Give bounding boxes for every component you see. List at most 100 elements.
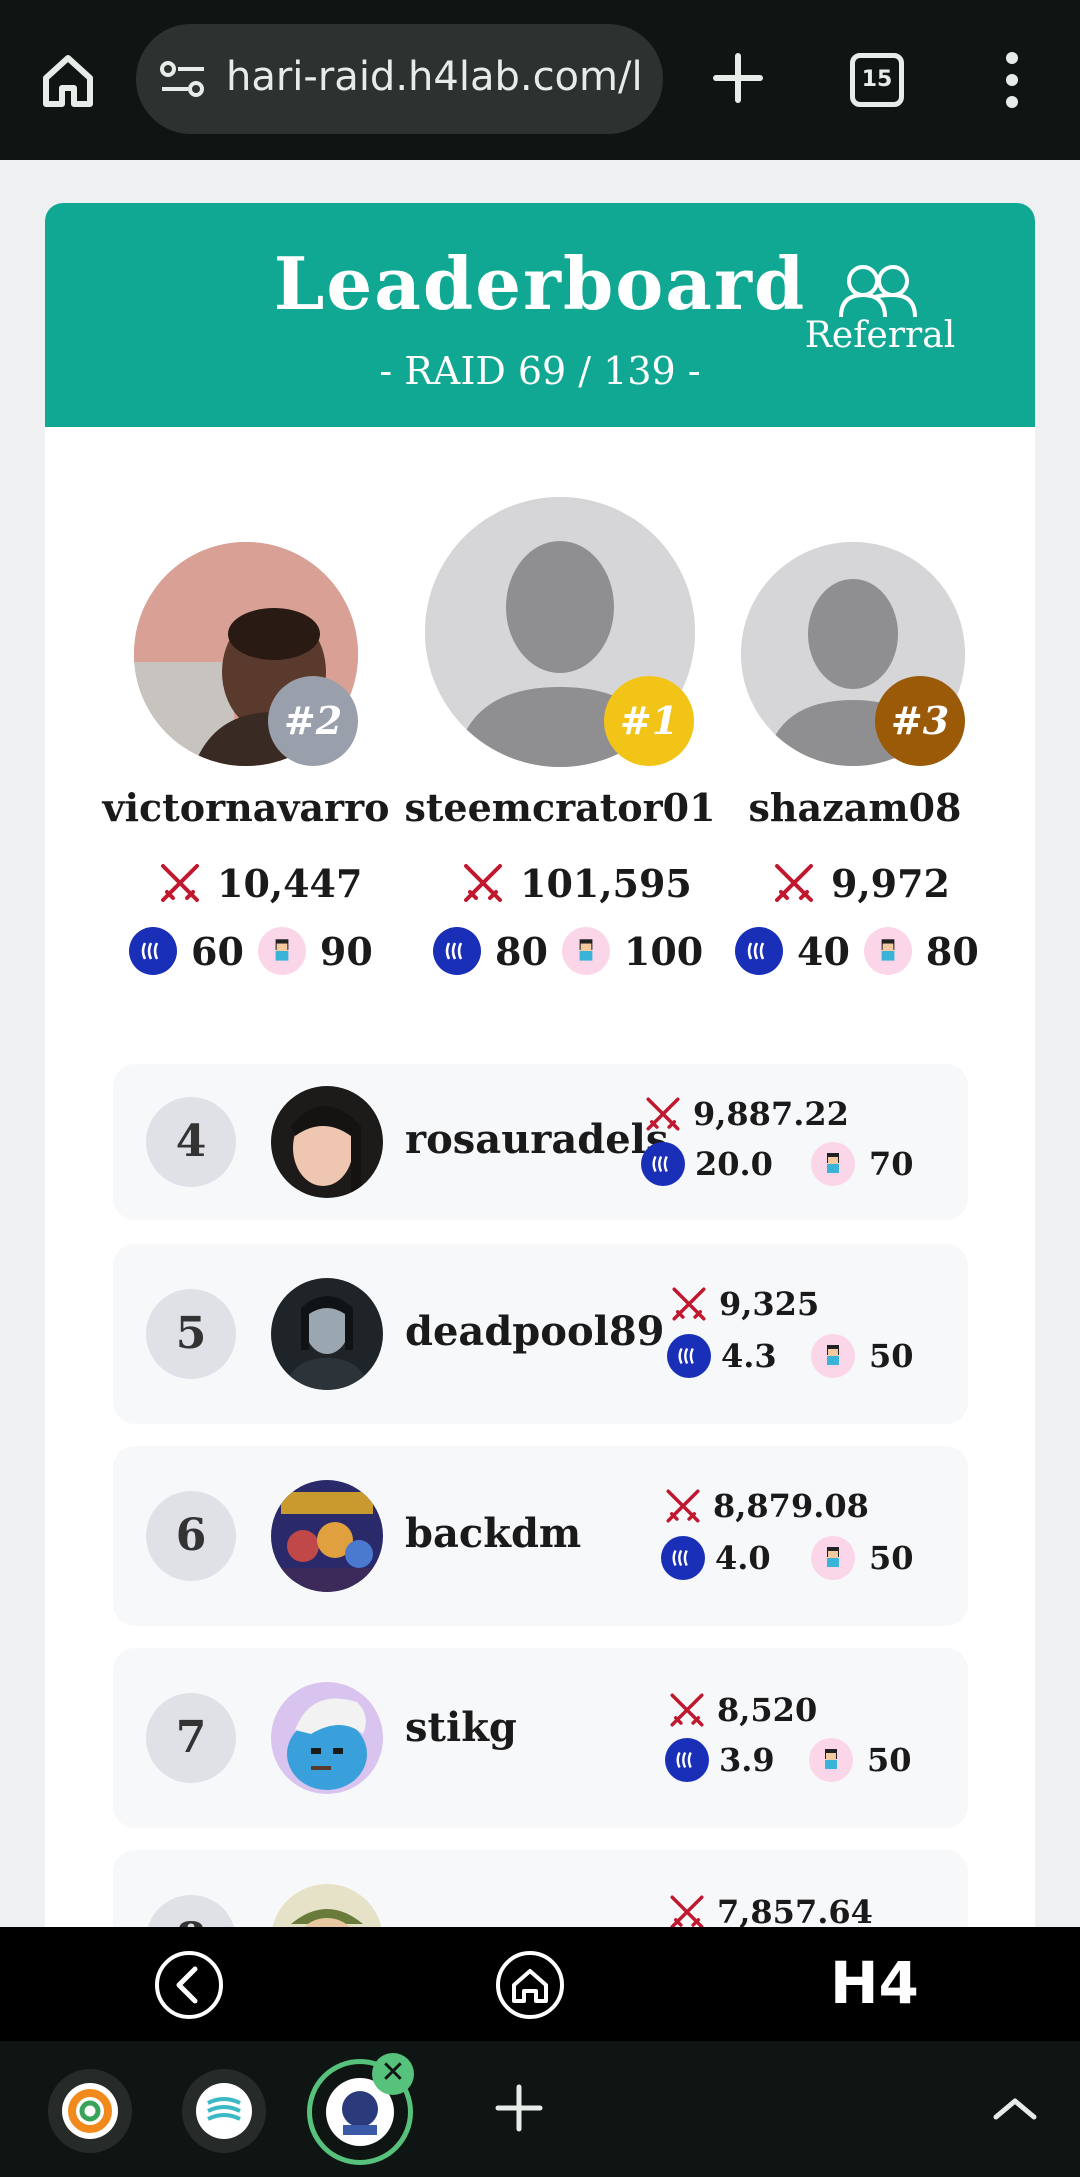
- score-value: 7,857.64: [717, 1893, 873, 1931]
- player-rewards: 4.0 50: [661, 1536, 914, 1580]
- score-value: 9,887.22: [693, 1095, 849, 1133]
- rank-number: 5: [146, 1289, 236, 1379]
- rank-badge: #3: [875, 676, 965, 766]
- chevron-up-icon[interactable]: [990, 2093, 1040, 2123]
- player-score: 7,857.64: [667, 1892, 873, 1932]
- player-score: 101,595: [460, 860, 692, 906]
- crossed-swords-icon: [464, 864, 502, 902]
- close-icon[interactable]: ✕: [372, 2053, 414, 2095]
- leaderboard-header: Leaderboard - RAID 69 / 139 - Referral: [45, 203, 1035, 427]
- steem-icon: [665, 1738, 709, 1782]
- crossed-swords-icon: [775, 864, 813, 902]
- character-icon: [809, 1738, 853, 1782]
- player-rewards: 40 80: [735, 927, 979, 975]
- steem-value: 4.0: [715, 1539, 771, 1577]
- player-name: stikg: [405, 1704, 517, 1751]
- tab-switcher-button[interactable]: 15: [850, 53, 904, 107]
- steem-icon: [661, 1536, 705, 1580]
- character-value: 100: [623, 928, 704, 974]
- app-icon: [62, 2083, 118, 2139]
- leaderboard-row[interactable]: 6 backdm 8,879.08 4.0 50: [113, 1446, 968, 1626]
- avatar[interactable]: [271, 1086, 383, 1198]
- score-value: 8,879.08: [713, 1487, 869, 1525]
- url-text: hari-raid.h4lab.com/l: [226, 54, 643, 100]
- app-tab[interactable]: [182, 2069, 266, 2153]
- new-tab-icon[interactable]: [710, 50, 766, 106]
- steem-icon: [433, 927, 481, 975]
- character-icon: [863, 927, 912, 975]
- score-value: 101,595: [520, 860, 692, 906]
- browser-toolbar: hari-raid.h4lab.com/l 15: [0, 0, 1080, 160]
- player-rewards: 3.9 50: [665, 1738, 912, 1782]
- avatar[interactable]: [271, 1480, 383, 1592]
- steem-value: 60: [191, 928, 244, 974]
- steem-value: 80: [495, 928, 548, 974]
- crossed-swords-icon: [666, 1489, 700, 1523]
- character-value: 70: [869, 1145, 914, 1183]
- score-value: 8,520: [717, 1691, 818, 1729]
- leaderboard-row[interactable]: 7 stikg 8,520 3.9 50: [113, 1648, 968, 1828]
- steem-value: 20.0: [695, 1145, 773, 1183]
- character-icon: [811, 1142, 855, 1186]
- character-icon: [811, 1334, 855, 1378]
- player-name: shazam08: [748, 785, 962, 830]
- character-icon: [257, 927, 306, 975]
- player-name: victornavarro: [102, 785, 390, 830]
- player-rewards: 20.0 70: [641, 1142, 914, 1186]
- player-score: 8,520: [667, 1690, 817, 1730]
- player-score: 9,972: [771, 860, 950, 906]
- leaderboard-row[interactable]: 5 deadpool89 9,325 4.3 50: [113, 1244, 968, 1424]
- player-score: 9,887.22: [643, 1094, 849, 1134]
- app-tab[interactable]: [48, 2069, 132, 2153]
- character-value: 90: [319, 928, 373, 974]
- steem-icon: [129, 927, 177, 975]
- player-name: steemcrator01: [404, 785, 716, 830]
- back-icon[interactable]: [153, 1949, 225, 2021]
- app-icon: [196, 2083, 252, 2139]
- rank-badge: #2: [268, 676, 358, 766]
- site-bottom-nav: H4: [0, 1927, 1080, 2041]
- player-name: deadpool89: [405, 1308, 665, 1355]
- crossed-swords-icon: [672, 1287, 706, 1321]
- player-rewards: 4.3 50: [667, 1334, 914, 1378]
- home-icon[interactable]: [38, 50, 98, 110]
- player-name: backdm: [405, 1510, 582, 1557]
- rank-number: 7: [146, 1693, 236, 1783]
- player-score: 9,325: [669, 1284, 819, 1324]
- steem-icon: [641, 1142, 685, 1186]
- crossed-swords-icon: [670, 1693, 704, 1727]
- character-value: 80: [925, 928, 979, 974]
- steem-icon: [735, 927, 783, 975]
- score-value: 9,325: [719, 1285, 820, 1323]
- character-value: 50: [869, 1539, 914, 1577]
- more-menu-icon[interactable]: [1000, 52, 1024, 108]
- address-bar[interactable]: hari-raid.h4lab.com/l: [136, 24, 663, 134]
- steem-icon: [667, 1334, 711, 1378]
- score-value: 9,972: [831, 860, 950, 906]
- player-score: 8,879.08: [663, 1486, 869, 1526]
- score-value: 10,447: [217, 860, 363, 906]
- h4-logo[interactable]: H4: [830, 1949, 919, 2017]
- character-value: 50: [867, 1741, 912, 1779]
- player-rewards: 80 100: [433, 927, 703, 975]
- referral-icon[interactable]: [835, 261, 921, 321]
- add-tab-icon[interactable]: [494, 2083, 544, 2133]
- steem-value: 4.3: [721, 1337, 777, 1375]
- character-value: 50: [869, 1337, 914, 1375]
- crossed-swords-icon: [670, 1895, 704, 1929]
- avatar[interactable]: [271, 1682, 383, 1794]
- rank-number: 6: [146, 1491, 236, 1581]
- character-icon: [811, 1536, 855, 1580]
- home-icon[interactable]: [494, 1949, 566, 2021]
- leaderboard-row[interactable]: 4 rosauradels 9,887.22 20.0 70: [113, 1064, 968, 1220]
- player-name: rosauradels: [405, 1116, 669, 1163]
- avatar[interactable]: [271, 1278, 383, 1390]
- site-settings-icon[interactable]: [158, 57, 208, 101]
- player-rewards: 60 90: [129, 927, 373, 975]
- rank-badge: #1: [604, 676, 694, 766]
- referral-link[interactable]: Referral: [795, 315, 965, 356]
- character-icon: [561, 927, 610, 975]
- leaderboard-card: Leaderboard - RAID 69 / 139 - Referral #…: [45, 203, 1035, 2003]
- player-score: 10,447: [157, 860, 362, 906]
- crossed-swords-icon: [161, 864, 199, 902]
